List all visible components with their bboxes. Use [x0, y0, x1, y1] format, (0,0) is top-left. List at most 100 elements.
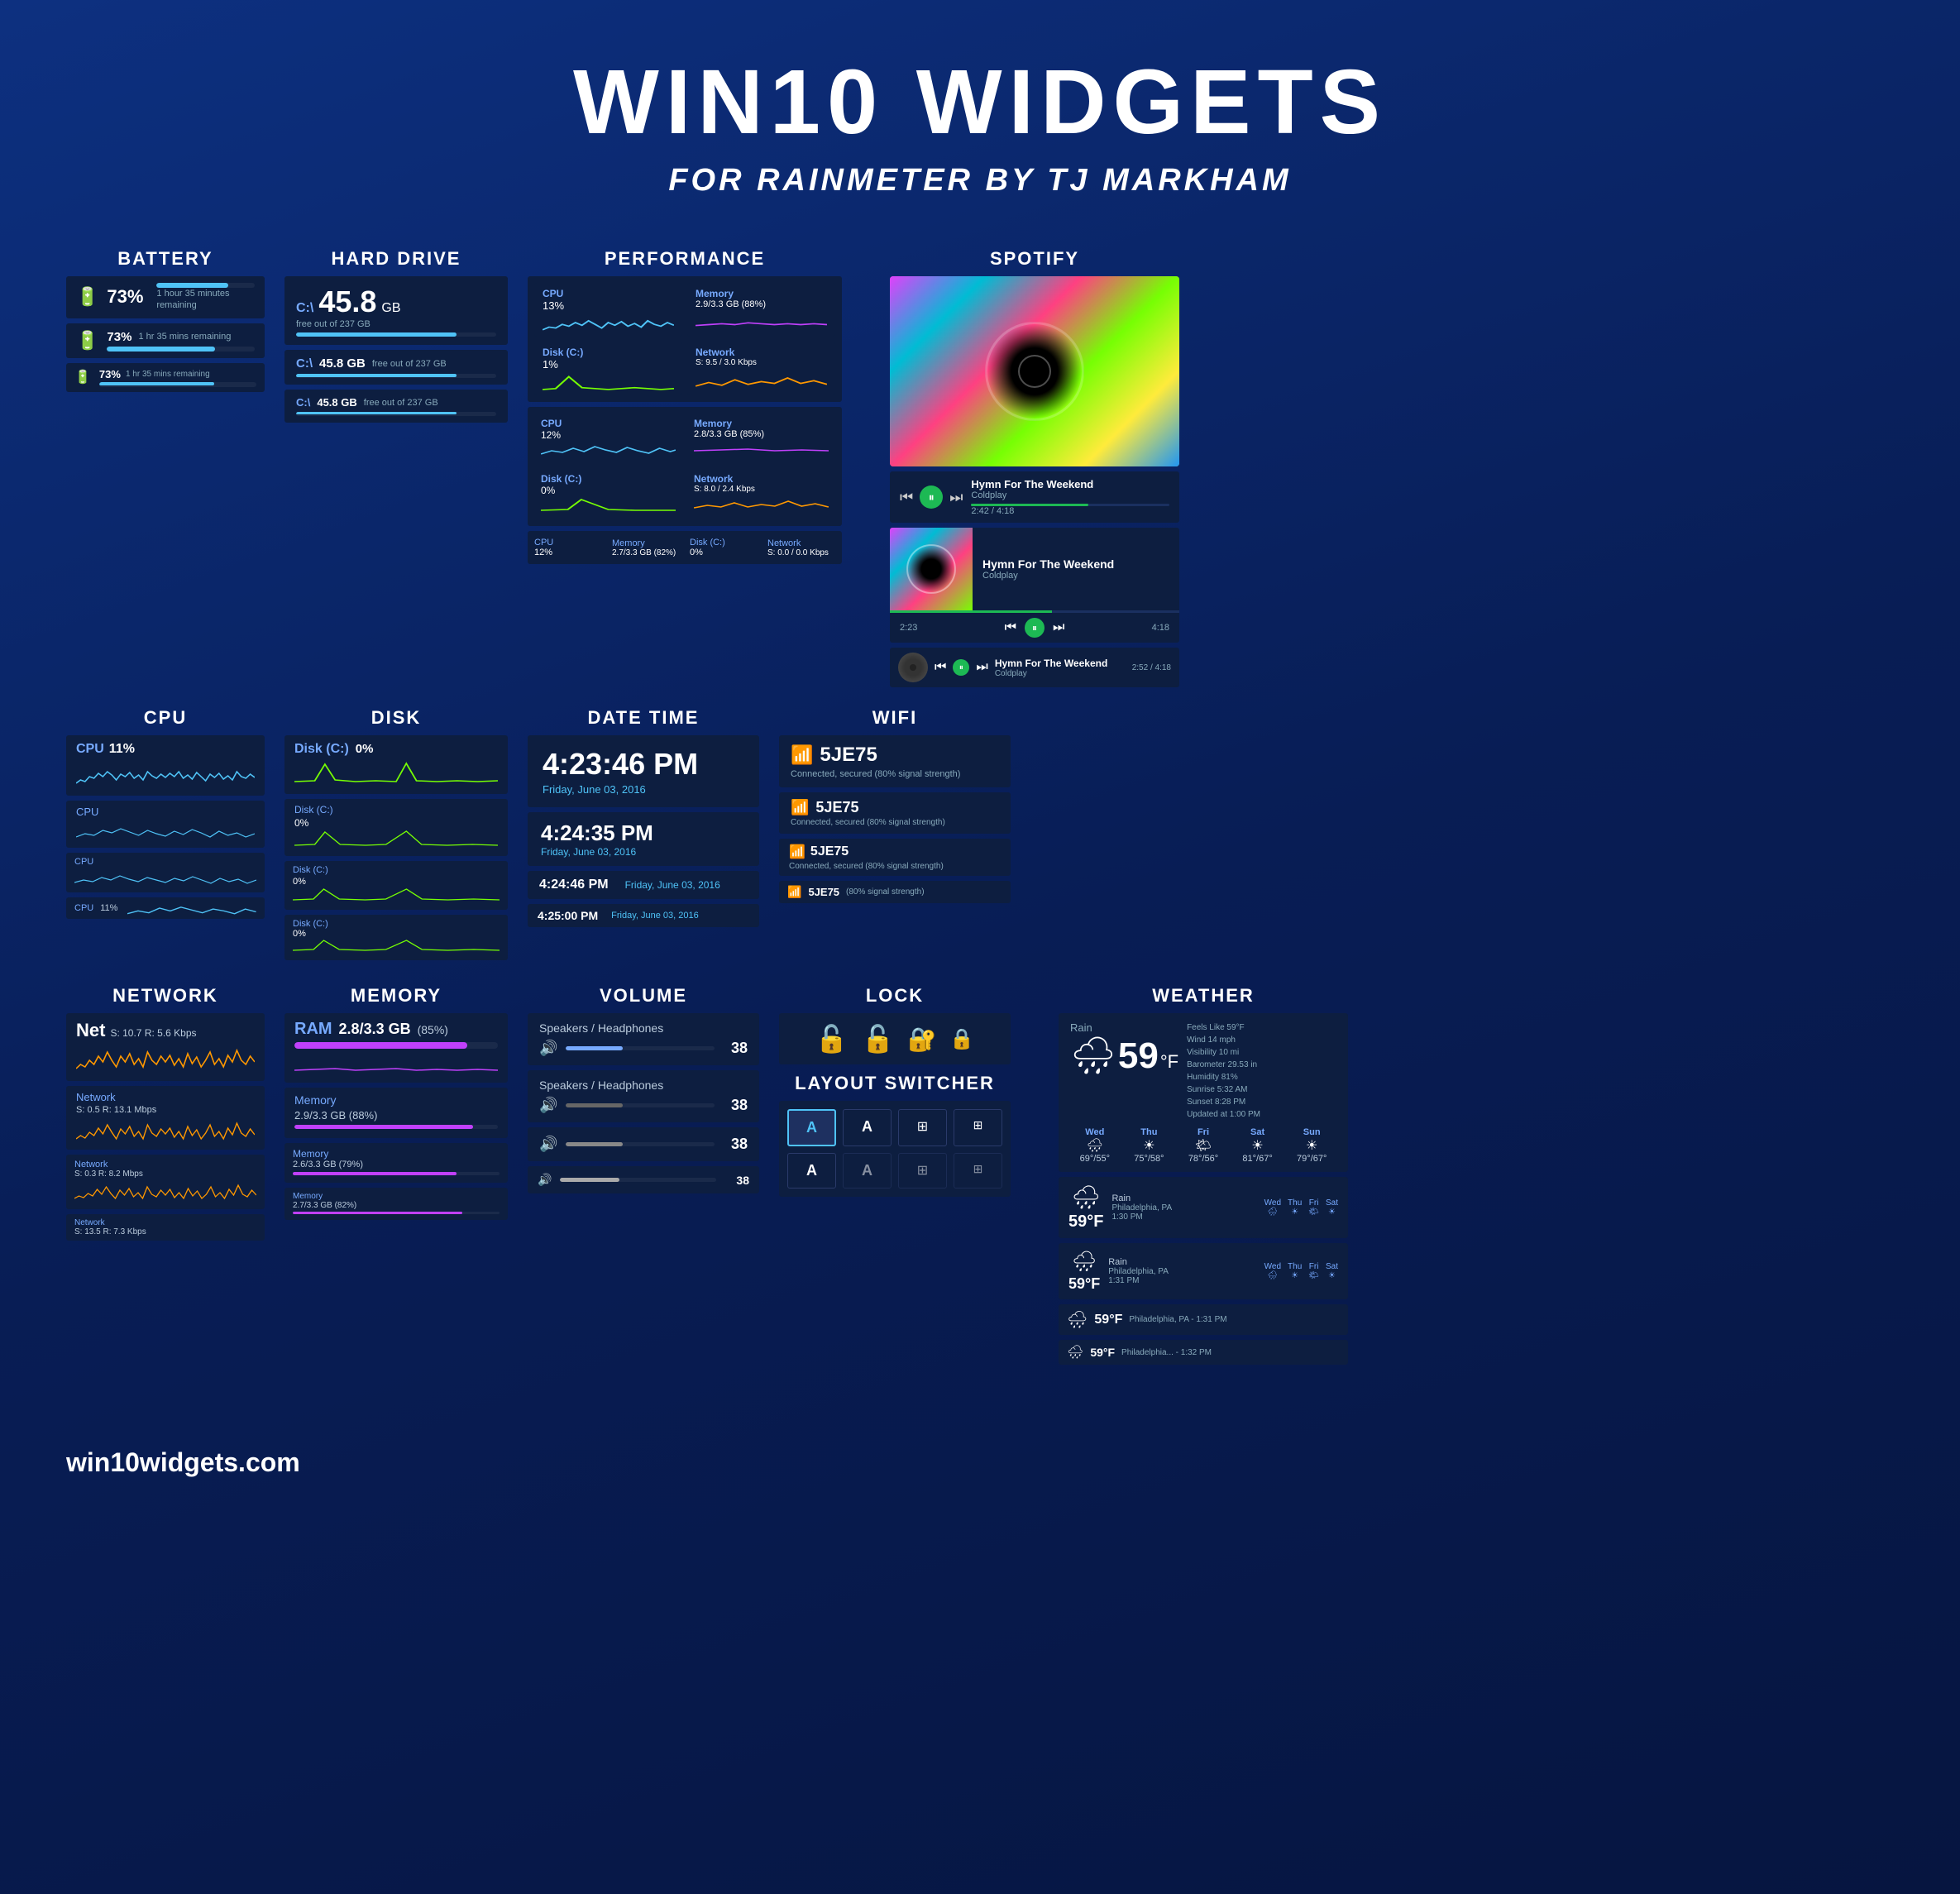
weather-med-icon-1: 🌧	[1072, 1250, 1097, 1274]
disk-item-0: Disk (C:) 0%	[284, 735, 508, 794]
mem-item-3: Memory 2.7/3.3 GB (82%)	[284, 1188, 508, 1220]
vol-slider-fill-0	[566, 1046, 622, 1050]
vol-icon-2: 🔊	[539, 1136, 557, 1153]
battery-item-1: 🔋 73% 1 hr 35 mins remaining	[66, 323, 265, 358]
play-button-top[interactable]: ⏸	[920, 485, 943, 509]
weather-med-time-0: 1:30 PM	[1111, 1212, 1255, 1222]
vol-row-3: 🔊 38	[538, 1173, 749, 1187]
player-controls-mini: ⏮ ⏸ ⏭	[935, 659, 988, 676]
weather-med-loc-0: Philadelphia, PA	[1111, 1203, 1255, 1212]
play-button-mini[interactable]: ⏸	[953, 659, 969, 676]
mem-bar-wrap-1	[294, 1125, 498, 1129]
disk-tiny-label-3: Disk (C:)	[293, 919, 500, 929]
cpu-pct-0: 11%	[109, 742, 135, 757]
layout-item-6[interactable]: ⊞	[898, 1153, 947, 1189]
spotify-player-info: Hymn For The Weekend Coldplay	[973, 528, 1179, 610]
wifi-ssid-0: 5JE75	[820, 744, 877, 767]
battery-icon-2: 🔋	[74, 369, 91, 385]
player-controls-top: ⏮ ⏸ ⏭	[900, 485, 963, 509]
dt-item-0: 4:23:46 PM Friday, June 03, 2016	[528, 735, 759, 807]
lock-icon-1[interactable]: 🔓	[862, 1023, 895, 1055]
battery-detail-2: 1 hr 35 mins remaining	[126, 370, 210, 379]
mandala-large	[985, 322, 1084, 421]
weather-visibility: Visibility 10 mi	[1187, 1046, 1336, 1059]
weather-med-cond-0: Rain	[1111, 1193, 1255, 1203]
weather-small-icon-0: 🌧	[1067, 1309, 1088, 1330]
layout-item-1[interactable]: A	[843, 1109, 892, 1146]
cpu-item-0: CPU 11%	[66, 735, 265, 796]
layout-item-2[interactable]: ⊞	[898, 1109, 947, 1146]
weather-header: Rain 🌧 59 °F Feels Like 59°F Wind 14 mph…	[1070, 1021, 1336, 1121]
harddrive-section: HARD DRIVE C:\ 45.8 GB free out of 237 G…	[284, 248, 508, 428]
lock-icon-3[interactable]: 🔒	[949, 1027, 974, 1051]
weather-med-icon-0: 🌧	[1071, 1184, 1101, 1211]
vol-slider-1[interactable]	[566, 1103, 715, 1107]
layout-item-3[interactable]: ⊞	[954, 1109, 1002, 1146]
title-plain: WIN10	[573, 51, 916, 153]
weather-tiny-loc-0: Philadelphia... - 1:32 PM	[1121, 1348, 1212, 1357]
memory-section: MEMORY RAM 2.8/3.3 GB (85%) Memory 2.9/3…	[284, 985, 508, 1225]
player-track-lg: Hymn For The Weekend	[982, 557, 1169, 571]
album-art-med	[890, 528, 973, 610]
cpu-item-3: CPU 11%	[66, 897, 265, 919]
hd-large-unit: GB	[381, 301, 400, 316]
lock-icon-0[interactable]: 🔓	[815, 1023, 849, 1055]
next-button-lg[interactable]: ⏭	[1053, 620, 1064, 635]
disk-graph-0	[294, 760, 498, 783]
disk-pct-0: 0%	[356, 742, 374, 756]
perf-top-network-val: S: 9.5 / 3.0 Kbps	[696, 358, 827, 367]
wf-0-3: Sat ☀	[1326, 1198, 1338, 1217]
perf-mid-network-val: S: 8.0 / 2.4 Kbps	[694, 485, 829, 494]
perf-top-memory: Memory 2.9/3.3 GB (88%)	[687, 283, 835, 337]
vol-slider-2[interactable]	[566, 1142, 715, 1146]
perf-mid-memory-val: 2.8/3.3 GB (85%)	[694, 429, 829, 439]
weather-day-3: Sat ☀ 81°/67°	[1233, 1127, 1283, 1164]
cpu-section: CPU CPU 11% CPU CPU	[66, 707, 265, 924]
vol-slider-3[interactable]	[560, 1178, 716, 1182]
weather-main-left: Rain 🌧 59 °F	[1070, 1021, 1178, 1077]
lock-icon-2[interactable]: 🔐	[907, 1026, 936, 1053]
weather-sunset: Sunset 8:28 PM	[1187, 1096, 1336, 1108]
perf-top-cpu-label: CPU	[543, 288, 674, 299]
cpu-tiny-label-3: CPU	[74, 903, 93, 913]
battery-detail-1: 1 hr 35 mins remaining	[138, 332, 231, 342]
cpu-label-0: CPU	[76, 742, 104, 757]
layout-title: LAYOUT SWITCHER	[779, 1073, 1011, 1094]
layout-item-0[interactable]: A	[787, 1109, 836, 1146]
prev-button-lg[interactable]: ⏮	[1005, 620, 1016, 635]
cpu-small-label-2: CPU	[74, 857, 256, 867]
cpu-tiny-pct-3: 11%	[100, 903, 117, 913]
layout-item-5[interactable]: A	[843, 1153, 892, 1189]
hd-small-label-0: C:\	[296, 356, 313, 371]
dt-item-2: 4:24:46 PM Friday, June 03, 2016	[528, 871, 759, 899]
weather-small-info-0: Philadelphia, PA - 1:31 PM	[1129, 1315, 1340, 1324]
dt-small-date-2: Friday, June 03, 2016	[625, 879, 720, 891]
layout-item-7[interactable]: ⊞	[954, 1153, 1002, 1189]
layout-item-4[interactable]: A	[787, 1153, 836, 1189]
prev-button-top[interactable]: ⏮	[900, 489, 913, 506]
battery-bar-2	[99, 382, 214, 385]
next-button-top[interactable]: ⏭	[949, 489, 963, 506]
vol-row-1: 🔊 38	[539, 1097, 748, 1114]
vol-slider-0[interactable]	[566, 1046, 715, 1050]
layout-switcher-section: LAYOUT SWITCHER A A ⊞ ⊞ A A ⊞ ⊞	[779, 1073, 1011, 1197]
weather-med-right-1: Rain Philadelphia, PA 1:31 PM	[1108, 1257, 1255, 1285]
weather-med-loc-1: Philadelphia, PA	[1108, 1267, 1255, 1276]
prev-button-mini[interactable]: ⏮	[935, 660, 946, 675]
battery-pct-0: 73%	[107, 286, 148, 308]
mem-graph-0	[294, 1052, 498, 1072]
lock-section: LOCK 🔓 🔓 🔐 🔒	[779, 985, 1011, 1064]
weather-icon-large: 🌧	[1070, 1034, 1116, 1077]
mem-item-0: RAM 2.8/3.3 GB (85%)	[284, 1013, 508, 1083]
weather-small-loc-0: Philadelphia, PA - 1:31 PM	[1129, 1315, 1340, 1324]
next-button-mini[interactable]: ⏭	[976, 660, 987, 675]
vol-slider-fill-3	[560, 1178, 619, 1182]
hd-small-bar-fill-0	[296, 374, 457, 377]
subtitle: FOR RAINMETER BY TJ MARKHAM	[0, 163, 1960, 198]
hd-large: C:\ 45.8 GB free out of 237 GB	[284, 276, 508, 345]
hd-large-label: C:\	[296, 301, 313, 316]
weather-med-left-1: 🌧 59°F	[1068, 1250, 1100, 1293]
mem-item-2: Memory 2.6/3.3 GB (79%)	[284, 1143, 508, 1183]
play-button-lg[interactable]: ⏸	[1025, 618, 1045, 638]
cpu-graph-2	[74, 869, 256, 884]
